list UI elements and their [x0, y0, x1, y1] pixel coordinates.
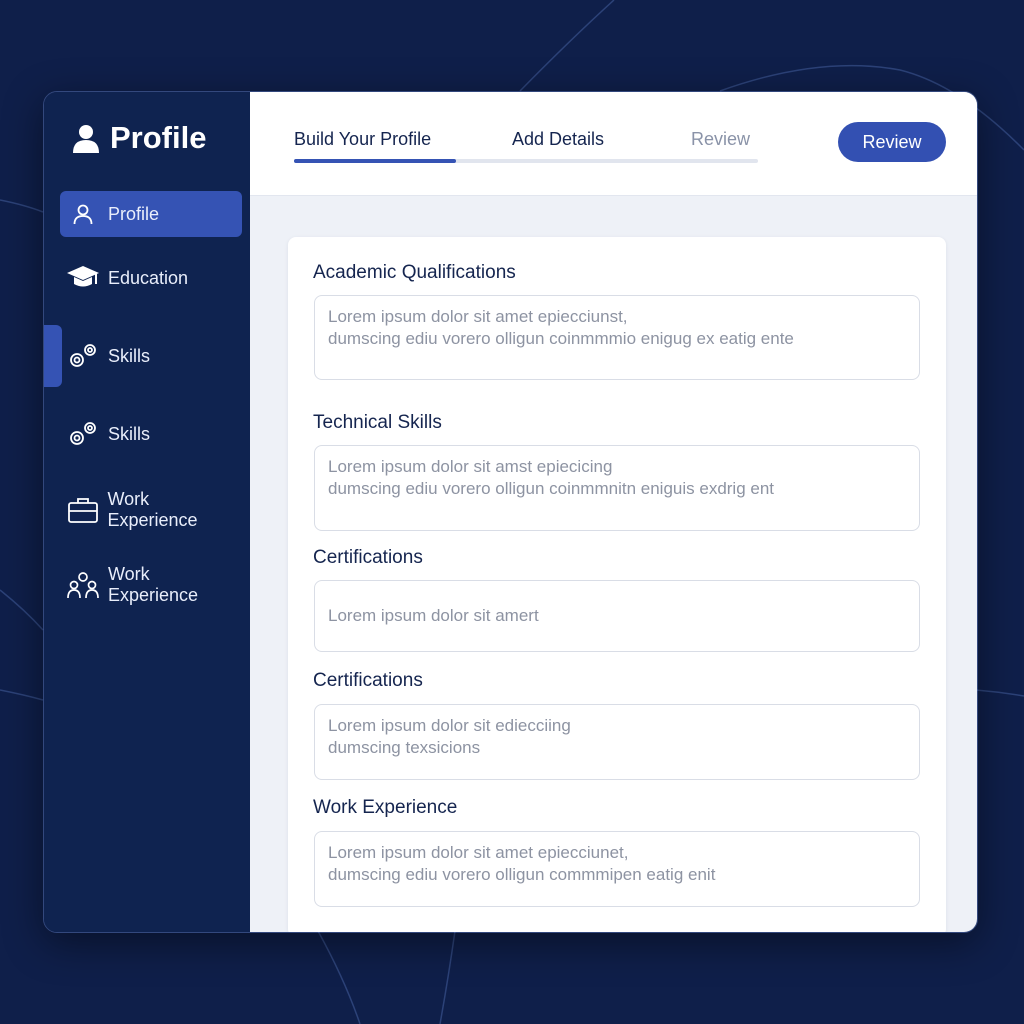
field-text-line: dumscing ediu vorero olligun coinmmnitn … — [328, 479, 775, 498]
step-progress-track — [294, 159, 758, 163]
field-label-technical-skills: Technical Skills — [313, 412, 442, 433]
sidebar-item-label: Skills — [108, 423, 151, 444]
field-text-line: Lorem ipsum dolor sit amst epiecicing — [328, 457, 613, 476]
step-header: Build Your Profile Add Details Review Re… — [250, 92, 977, 196]
field-label-academic-qualifications: Academic Qualifications — [313, 262, 516, 283]
field-label-certifications-2: Certifications — [313, 670, 423, 691]
sidebar-title: Profile — [110, 120, 207, 155]
sidebar-item-label: Work Experience — [108, 564, 199, 605]
step-build-profile[interactable]: Build Your Profile — [294, 129, 431, 150]
field-text-line: Lorem ipsum dolor sit amet epiecciunet, — [328, 843, 629, 862]
field-text-line: dumscing ediu vorero olligun commmipen e… — [328, 865, 716, 884]
gears-icon — [66, 341, 100, 371]
sidebar-item-work-experience[interactable]: Work Experience — [60, 487, 242, 533]
field-label-work-experience: Work Experience — [313, 797, 458, 818]
sidebar-brand: Profile — [72, 120, 206, 156]
sidebar-item-education[interactable]: Education — [60, 255, 242, 301]
technical-skills-field[interactable]: Lorem ipsum dolor sit amst epiecicing du… — [314, 445, 920, 531]
main-content: Build Your Profile Add Details Review Re… — [250, 92, 977, 932]
sidebar-item-profile[interactable]: Profile — [60, 191, 242, 237]
step-review[interactable]: Review — [691, 129, 750, 150]
review-button[interactable]: Review — [838, 122, 946, 162]
sidebar-item-work-experience-2[interactable]: Work Experience — [60, 562, 242, 608]
briefcase-icon — [66, 496, 99, 524]
sidebar-item-skills-2[interactable]: Skills — [60, 411, 242, 457]
sidebar-item-label: Profile — [108, 203, 160, 224]
graduation-cap-icon — [66, 265, 100, 291]
field-label-certifications: Certifications — [313, 547, 423, 568]
field-text-line: Lorem ipsum dolor sit amert — [328, 606, 539, 625]
field-text-line: dumscing ediu vorero olligun coinmmmio e… — [328, 329, 794, 348]
step-progress-fill — [294, 159, 457, 163]
sidebar-item-skills[interactable]: Skills — [60, 333, 242, 379]
gears-icon — [66, 419, 100, 449]
sidebar-item-label: Work Experience — [107, 489, 198, 530]
app-window: Profile Profile Education Skills Skills … — [43, 91, 978, 933]
sidebar-item-label: Skills — [108, 345, 151, 366]
field-text-line: Lorem ipsum dolor sit amet epiecciunst, — [328, 307, 628, 326]
step-add-details[interactable]: Add Details — [512, 129, 604, 150]
profile-form-card: Academic Qualifications Lorem ipsum dolo… — [288, 237, 946, 932]
work-experience-field[interactable]: Lorem ipsum dolor sit amet epiecciunet, … — [314, 831, 920, 907]
sidebar-item-label: Education — [108, 267, 189, 288]
academic-qualifications-field[interactable]: Lorem ipsum dolor sit amet epiecciunst, … — [314, 295, 920, 380]
field-text-line: Lorem ipsum dolor sit ediecciing — [328, 716, 571, 735]
certifications-field-2[interactable]: Lorem ipsum dolor sit ediecciing dumscin… — [314, 704, 920, 780]
sidebar: Profile Profile Education Skills Skills … — [44, 92, 250, 932]
field-text-line: dumscing texsicions — [328, 738, 481, 757]
certifications-field[interactable]: Lorem ipsum dolor sit amert — [314, 580, 920, 652]
user-icon — [73, 125, 99, 153]
user-outline-icon — [66, 203, 100, 225]
team-icon — [66, 570, 100, 600]
